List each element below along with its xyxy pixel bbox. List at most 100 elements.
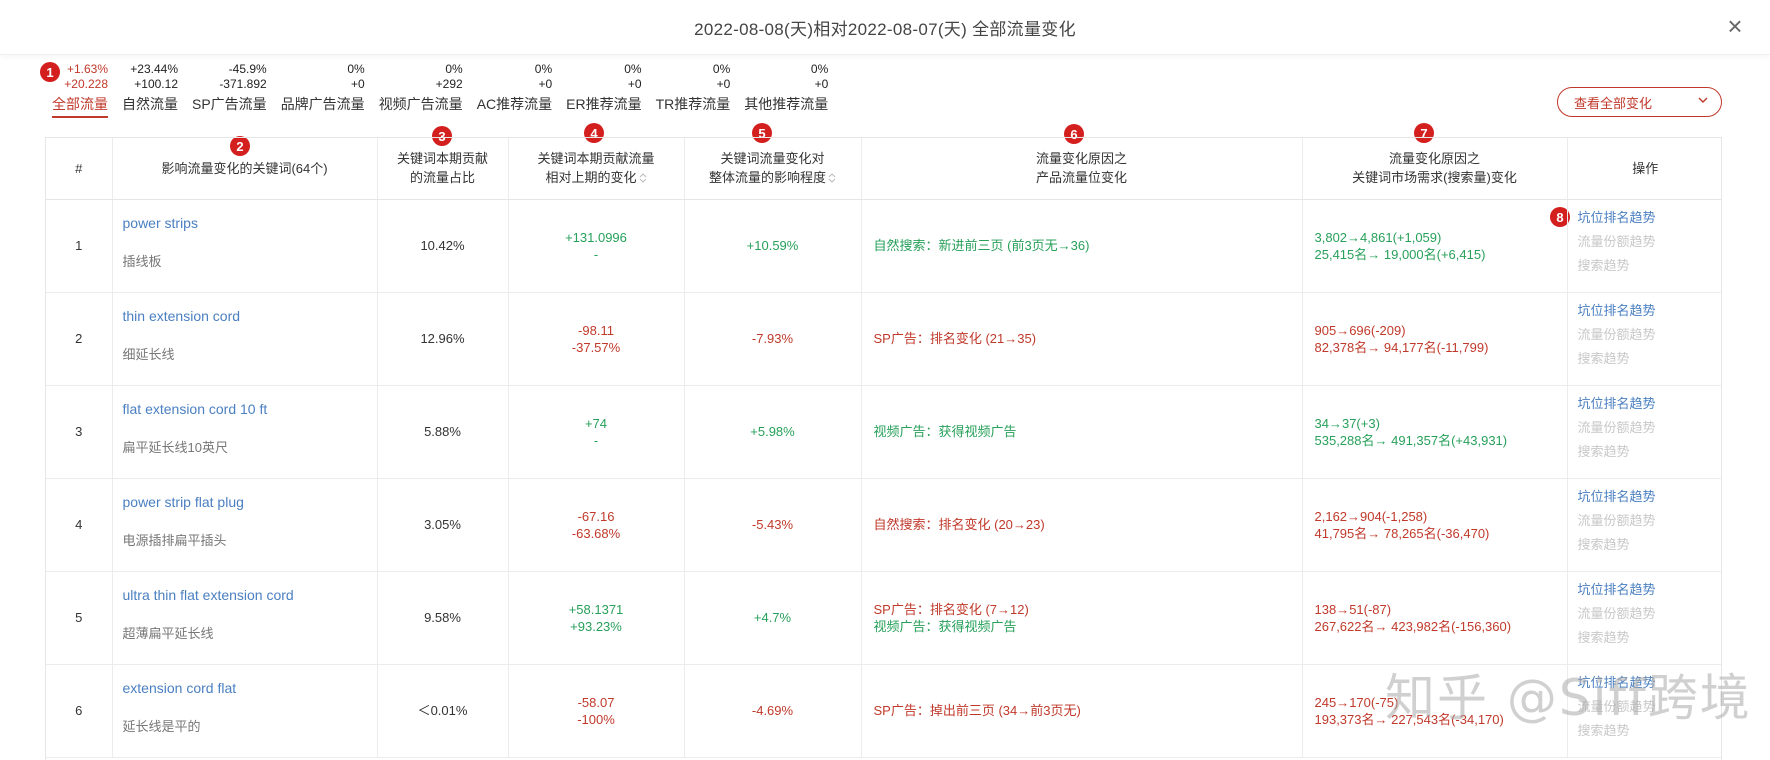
tab-abs: +0 (538, 77, 553, 91)
op-link-1[interactable]: 流量份额趋势 (1578, 602, 1722, 626)
traffic-change-abs: +58.1371 (568, 601, 624, 617)
tab-label: AC推荐流量 (476, 96, 553, 112)
operations-cell: 坑位排名趋势 流量份额趋势 搜索趋势 (1567, 571, 1722, 665)
tab-7[interactable]: 0% +0 TR推荐流量 (649, 62, 738, 118)
keyword-table-container[interactable]: # 影响流量变化的关键词(64个) 关键词本期贡献 的流量占比 关键词本期贡献流量 相对上… (45, 137, 1722, 760)
keyword-link[interactable]: power strips (123, 215, 377, 231)
op-link-2[interactable]: 搜索趋势 (1578, 440, 1722, 464)
keyword-link[interactable]: power strip flat plug (123, 494, 377, 510)
tab-8[interactable]: 0% +0 其他推荐流量 (737, 62, 835, 118)
position-reason-cell: 自然搜索：新进前三页 (前3页无→36) (861, 199, 1303, 293)
op-link-1[interactable]: 流量份额趋势 (1578, 230, 1722, 254)
modal-title: 2022-08-08(天)相对2022-08-07(天) 全部流量变化 (694, 19, 1076, 39)
traffic-change-cell: +74- (508, 385, 685, 479)
market-line: 2,162→904(-1,258) (1314, 508, 1428, 524)
tab-0[interactable]: +1.63% +20.228 全部流量 (45, 62, 115, 118)
operations-cell: 坑位排名趋势 流量份额趋势 搜索趋势 (1567, 664, 1722, 758)
op-link-0[interactable]: 坑位排名趋势 (1578, 485, 1722, 509)
keyword-translation: 插线板 (122, 254, 162, 269)
view-all-changes-select[interactable]: 查看全部变化 (1557, 87, 1722, 117)
tab-label: ER推荐流量 (566, 96, 642, 112)
reason-line: SP广告：排名变化 (7→12) (873, 601, 1029, 617)
market-line: 138→51(-87) (1314, 601, 1392, 617)
column-header-text: 关键词本期贡献流量 (537, 151, 655, 167)
column-header-4[interactable]: 关键词流量变化对整体流量的影响程度 (684, 138, 862, 200)
op-link-2[interactable]: 搜索趋势 (1578, 533, 1722, 557)
traffic-change-pct: -37.57% (571, 339, 621, 355)
table-row: 2 thin extension cord 细延长线 12.96% -98.11 -37.… (46, 292, 1722, 386)
traffic-share: ＜0.01% (377, 664, 509, 758)
traffic-change-abs: -98.11 (578, 322, 614, 338)
op-link-1[interactable]: 流量份额趋势 (1578, 416, 1722, 440)
market-demand-cell: 245→170(-75) 193,373名→ 227,543名(-34,170) (1302, 664, 1568, 758)
op-link-0[interactable]: 坑位排名趋势 (1578, 578, 1722, 602)
column-header-text: 整体流量的影响程度 (708, 170, 826, 186)
column-header-1: 影响流量变化的关键词(64个) (112, 138, 378, 200)
traffic-change-pct: +93.23% (570, 618, 622, 634)
keyword-link[interactable]: thin extension cord (123, 308, 377, 324)
keyword-translation: 细延长线 (122, 347, 175, 362)
impact-cell: -7.93% (684, 292, 862, 386)
sort-icon[interactable] (639, 172, 647, 185)
op-link-1[interactable]: 流量份额趋势 (1578, 509, 1722, 533)
market-line: 34→37(+3) (1314, 415, 1380, 431)
row-index: 2 (46, 292, 113, 386)
tab-4[interactable]: 0% +292 视频广告流量 (372, 62, 470, 118)
close-icon[interactable]: × (1722, 13, 1748, 40)
tab-abs: +100.12 (134, 77, 178, 91)
column-header-3[interactable]: 关键词本期贡献流量相对上期的变化 (508, 138, 685, 200)
op-link-2[interactable]: 搜索趋势 (1578, 347, 1722, 371)
market-demand-cell: 905→696(-209) 82,378名→ 94,177名(-11,799) (1302, 292, 1568, 386)
op-link-0[interactable]: 坑位排名趋势 (1578, 392, 1722, 416)
tab-3[interactable]: 0% +0 品牌广告流量 (274, 62, 372, 118)
keyword-link[interactable]: flat extension cord 10 ft (123, 401, 377, 417)
keyword-cell: extension cord flat 延长线是平的 (112, 664, 378, 758)
column-header-text: 关键词市场需求(搜索量)变化 (1352, 170, 1517, 186)
keyword-link[interactable]: extension cord flat (123, 680, 377, 696)
keyword-cell: power strips 插线板 (112, 199, 378, 293)
op-link-2[interactable]: 搜索趋势 (1578, 719, 1722, 743)
column-header-0: # (46, 138, 113, 200)
table-header-row: # 影响流量变化的关键词(64个) 关键词本期贡献 的流量占比 关键词本期贡献流量 相对上… (46, 138, 1721, 200)
column-header-text: 相对上期的变化 (545, 170, 637, 186)
traffic-change-abs: +131.0996 (565, 229, 627, 245)
tab-2[interactable]: -45.9% -371.892 SP广告流量 (185, 62, 274, 118)
column-header-text: 关键词流量变化对 (720, 151, 825, 167)
table-body: 1 power strips 插线板 10.42% +131.0996- +10.59% 自… (46, 199, 1722, 758)
market-demand-cell: 3,802→4,861(+1,059) 25,415名→ 19,000名(+6,4… (1302, 199, 1568, 293)
op-link-1[interactable]: 流量份额趋势 (1578, 695, 1722, 719)
tab-abs: +292 (435, 77, 463, 91)
keyword-translation: 超薄扁平延长线 (122, 626, 214, 641)
keyword-cell: power strip flat plug 电源插排扁平插头 (112, 478, 378, 572)
sort-icon[interactable] (828, 172, 836, 185)
keyword-table: # 影响流量变化的关键词(64个) 关键词本期贡献 的流量占比 关键词本期贡献流量 相对上… (46, 138, 1722, 758)
position-reason-cell: SP广告：排名变化 (21→35) (861, 292, 1303, 386)
op-link-1[interactable]: 流量份额趋势 (1578, 323, 1722, 347)
tab-pct: 0% (534, 62, 553, 76)
tab-abs: +0 (627, 77, 642, 91)
tab-label: 全部流量 (52, 95, 108, 118)
op-link-2[interactable]: 搜索趋势 (1578, 254, 1722, 278)
tab-label: SP广告流量 (192, 96, 267, 112)
market-line: 82,378名→ 94,177名(-11,799) (1314, 339, 1489, 355)
op-link-0[interactable]: 坑位排名趋势 (1578, 671, 1722, 695)
tab-6[interactable]: 0% +0 ER推荐流量 (559, 62, 648, 118)
tab-pct: 0% (347, 62, 365, 76)
keyword-link[interactable]: ultra thin flat extension cord (123, 587, 377, 603)
op-link-0[interactable]: 坑位排名趋势 (1578, 206, 1722, 230)
tab-1[interactable]: +23.44% +100.12 自然流量 (115, 62, 185, 118)
row-index: 1 (46, 199, 113, 293)
column-header-text: 操作 (1632, 160, 1659, 176)
keyword-translation: 扁平延长线10英尺 (122, 440, 228, 455)
traffic-share: 5.88% (377, 385, 509, 479)
column-header-2: 关键词本期贡献 的流量占比 (377, 138, 509, 200)
column-header-5: 流量变化原因之 产品流量位变化 (861, 138, 1303, 200)
op-link-2[interactable]: 搜索趋势 (1578, 626, 1722, 650)
op-link-0[interactable]: 坑位排名趋势 (1578, 299, 1722, 323)
keyword-cell: flat extension cord 10 ft 扁平延长线10英尺 (112, 385, 378, 479)
tab-pct: +1.63% (66, 62, 108, 76)
operations-cell: 坑位排名趋势 流量份额趋势 搜索趋势 (1567, 385, 1722, 479)
reason-line: 自然搜索：新进前三页 (前3页无→36) (873, 238, 1090, 253)
tab-5[interactable]: 0% +0 AC推荐流量 (470, 62, 559, 118)
traffic-change-cell: -58.07 -100% (508, 664, 685, 758)
